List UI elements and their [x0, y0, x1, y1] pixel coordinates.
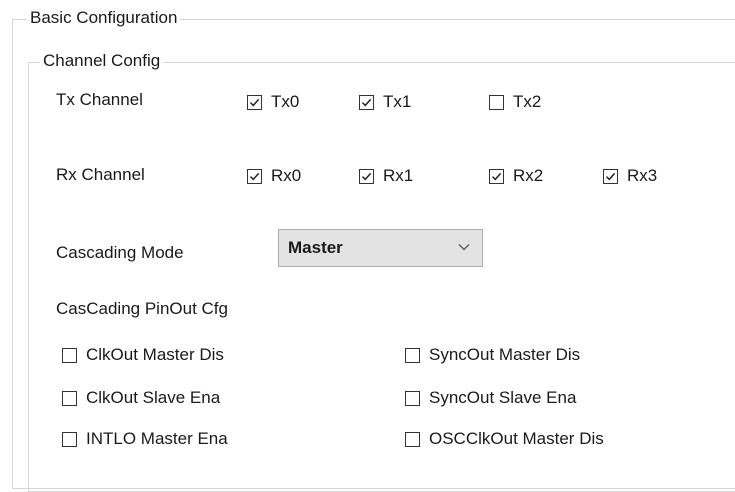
tx0-checkbox[interactable]: Tx0 [247, 92, 299, 112]
oscclkout-master-dis-checkbox[interactable]: OSCClkOut Master Dis [405, 429, 604, 449]
checkbox-box [62, 347, 77, 363]
checkbox-box [405, 347, 420, 363]
rx1-checkbox[interactable]: Rx1 [359, 166, 413, 186]
checkbox-box [359, 94, 374, 110]
rx2-label: Rx2 [513, 166, 544, 185]
rx1-label: Rx1 [383, 166, 414, 185]
cascading-mode-select[interactable]: Master [278, 229, 483, 267]
clkout-master-dis-checkbox[interactable]: ClkOut Master Dis [62, 345, 224, 365]
cascading-mode-value: Master [288, 238, 343, 257]
checkbox-box [489, 94, 504, 110]
checkmark-icon [361, 172, 372, 180]
clkout-slave-ena-label: ClkOut Slave Ena [86, 388, 221, 407]
basic-config-title: Basic Configuration [27, 8, 181, 28]
checkmark-icon [249, 172, 260, 180]
syncout-slave-ena-checkbox[interactable]: SyncOut Slave Ena [405, 388, 576, 408]
checkbox-box [247, 168, 262, 184]
checkbox-box [405, 431, 420, 447]
rx3-checkbox[interactable]: Rx3 [603, 166, 657, 186]
tx2-label: Tx2 [513, 92, 542, 111]
tx1-label: Tx1 [383, 92, 412, 111]
pinout-cfg-label: CasCading PinOut Cfg [56, 299, 228, 318]
checkmark-icon [249, 98, 260, 106]
checkbox-box [359, 168, 374, 184]
syncout-master-dis-checkbox[interactable]: SyncOut Master Dis [405, 345, 580, 365]
chevron-down-icon [458, 244, 470, 251]
cascading-mode-label: Cascading Mode [56, 243, 184, 262]
checkbox-box [62, 431, 77, 447]
channel-config-title: Channel Config [40, 51, 164, 71]
rx0-label: Rx0 [271, 166, 302, 185]
checkmark-icon [361, 98, 372, 106]
checkmark-icon [491, 172, 502, 180]
tx-channel-label: Tx Channel [56, 90, 143, 109]
checkmark-icon [605, 172, 616, 180]
oscclkout-master-dis-label: OSCClkOut Master Dis [429, 429, 604, 448]
channel-config-group [28, 62, 735, 492]
syncout-slave-ena-label: SyncOut Slave Ena [429, 388, 577, 407]
clkout-master-dis-label: ClkOut Master Dis [86, 345, 224, 364]
intlo-master-ena-label: INTLO Master Ena [86, 429, 228, 448]
checkbox-box [62, 390, 77, 406]
rx2-checkbox[interactable]: Rx2 [489, 166, 543, 186]
intlo-master-ena-checkbox[interactable]: INTLO Master Ena [62, 429, 228, 449]
rx-channel-label: Rx Channel [56, 165, 145, 184]
tx0-label: Tx0 [271, 92, 300, 111]
checkbox-box [489, 168, 504, 184]
rx3-label: Rx3 [627, 166, 658, 185]
rx0-checkbox[interactable]: Rx0 [247, 166, 301, 186]
checkbox-box [603, 168, 618, 184]
checkbox-box [247, 94, 262, 110]
clkout-slave-ena-checkbox[interactable]: ClkOut Slave Ena [62, 388, 220, 408]
tx2-checkbox[interactable]: Tx2 [489, 92, 541, 112]
checkbox-box [405, 390, 420, 406]
tx1-checkbox[interactable]: Tx1 [359, 92, 411, 112]
syncout-master-dis-label: SyncOut Master Dis [429, 345, 581, 364]
